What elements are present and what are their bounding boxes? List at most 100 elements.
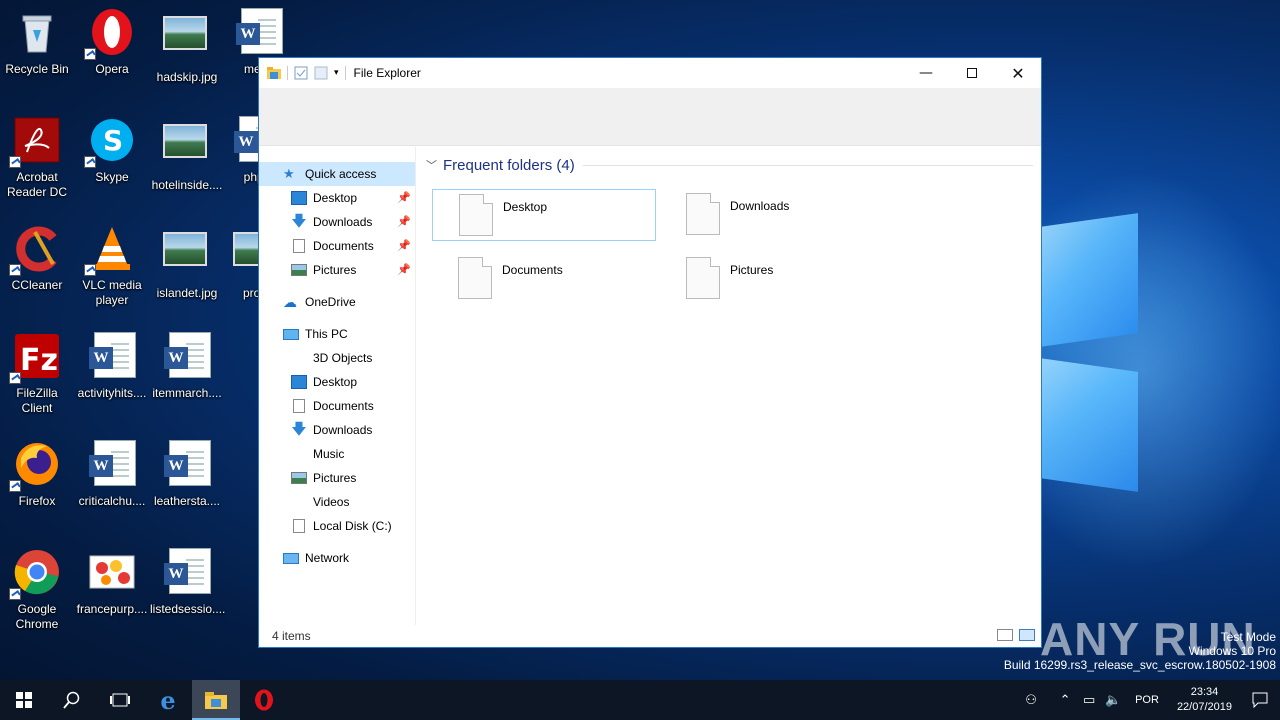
action-center-button[interactable] xyxy=(1240,680,1280,720)
nav-qa-documents[interactable]: Documents 📌 xyxy=(259,234,415,258)
notification-icon xyxy=(1252,692,1268,708)
pin-icon[interactable]: 📌 xyxy=(397,191,411,204)
desktop-icon-ccleaner[interactable]: CCleaner xyxy=(0,224,74,293)
nav-pc-music[interactable]: Music xyxy=(259,442,415,466)
people-icon[interactable]: ⚇ xyxy=(1019,693,1043,708)
nav-pc-3d-objects[interactable]: 3D Objects xyxy=(259,346,415,370)
cloud-icon: ☁ xyxy=(283,294,297,310)
opera-icon xyxy=(84,8,136,60)
pictures-icon xyxy=(291,472,307,484)
clock[interactable]: 23:34 22/07/2019 xyxy=(1177,685,1232,715)
svg-text:S: S xyxy=(103,124,123,157)
nav-pc-local-disk[interactable]: Local Disk (C:) xyxy=(259,514,415,538)
desktop-icon-listedsessio[interactable]: W listedsessio.... xyxy=(150,548,225,617)
word-doc-icon: W xyxy=(88,440,136,488)
folder-tile-desktop[interactable]: Desktop xyxy=(432,189,656,241)
image-file-icon xyxy=(163,16,211,64)
desktop-icon-vlc[interactable]: VLC media player xyxy=(75,224,149,308)
desktop-icon-opera[interactable]: Opera xyxy=(75,8,149,77)
svg-text:Fz: Fz xyxy=(20,343,58,378)
nav-network[interactable]: Network xyxy=(259,546,415,570)
chevron-up-icon[interactable]: ⌃ xyxy=(1053,693,1077,708)
maximize-button[interactable] xyxy=(949,58,995,88)
word-doc-icon: W xyxy=(163,548,211,596)
desktop-icon-skype[interactable]: S Skype xyxy=(75,116,149,185)
minimize-button[interactable]: — xyxy=(903,58,949,88)
desktop-icon-recycle-bin[interactable]: Recycle Bin xyxy=(0,8,74,77)
desktop-icon-firefox[interactable]: Firefox xyxy=(0,440,74,509)
nav-quick-access[interactable]: ★ Quick access xyxy=(259,162,415,186)
folder-tile-documents[interactable]: Documents xyxy=(432,253,656,305)
navigation-pane[interactable]: ★ Quick access Desktop 📌 🡇 Downloads 📌 D… xyxy=(259,147,416,625)
window-title: File Explorer xyxy=(353,66,421,80)
task-view-icon xyxy=(110,693,130,707)
opera-taskbar-button[interactable] xyxy=(240,680,288,720)
desktop-icon-criticalchu[interactable]: W criticalchu.... xyxy=(75,440,149,509)
system-tray[interactable]: ⚇ ⌃ ▭ 🔈 POR 23:34 22/07/2019 xyxy=(1019,680,1280,720)
desktop-icon-hadskip[interactable]: hadskip.jpg xyxy=(150,8,224,85)
folder-tile-pictures[interactable]: Pictures xyxy=(660,253,884,305)
file-icon xyxy=(458,257,492,299)
folder-tile-downloads[interactable]: Downloads xyxy=(660,189,884,241)
desktop-icon-itemmarch[interactable]: W itemmarch.... xyxy=(150,332,224,401)
word-doc-icon: W xyxy=(235,8,283,56)
computer-icon xyxy=(283,328,299,340)
properties-icon[interactable] xyxy=(294,66,308,80)
word-doc-icon: W xyxy=(163,332,211,380)
nav-pc-videos[interactable]: Videos xyxy=(259,490,415,514)
desktop-icon-filezilla[interactable]: Fz FileZilla Client xyxy=(0,332,74,416)
nav-pc-desktop[interactable]: Desktop xyxy=(259,370,415,394)
drive-icon xyxy=(293,519,305,533)
desktop-icon-islandet[interactable]: islandet.jpg xyxy=(150,224,224,301)
file-icon xyxy=(459,194,493,236)
chevron-down-icon[interactable]: ﹀ xyxy=(426,157,437,173)
nav-qa-desktop[interactable]: Desktop 📌 xyxy=(259,186,415,210)
desktop-folder-icon xyxy=(291,375,307,389)
pin-icon[interactable]: 📌 xyxy=(397,215,411,228)
image-file-icon xyxy=(163,232,211,280)
edge-icon: e xyxy=(160,685,176,715)
nav-qa-pictures[interactable]: Pictures 📌 xyxy=(259,258,415,282)
downloads-arrow-icon: 🡇 xyxy=(291,421,307,438)
file-explorer-window[interactable]: ▾ File Explorer — ✕ ★ Quick access Deskt… xyxy=(258,57,1042,648)
nav-pc-pictures[interactable]: Pictures xyxy=(259,466,415,490)
desktop-icon-chrome[interactable]: Google Chrome xyxy=(0,548,74,632)
windows-wallpaper-logo xyxy=(999,200,1280,530)
close-button[interactable]: ✕ xyxy=(995,58,1041,88)
videos-icon xyxy=(291,495,307,509)
search-button[interactable] xyxy=(48,680,96,720)
nav-qa-downloads[interactable]: 🡇 Downloads 📌 xyxy=(259,210,415,234)
search-icon xyxy=(63,691,80,709)
new-folder-icon[interactable] xyxy=(314,66,328,80)
nav-pc-documents[interactable]: Documents xyxy=(259,394,415,418)
3d-objects-icon xyxy=(291,351,307,365)
edge-taskbar-button[interactable]: e xyxy=(144,680,192,720)
nav-this-pc[interactable]: This PC xyxy=(259,322,415,346)
folder-icon xyxy=(267,67,281,79)
taskbar[interactable]: e ⚇ ⌃ ▭ 🔈 POR 23:34 22/07/2019 xyxy=(0,680,1280,720)
desktop-icon-francepurp[interactable]: francepurp.... xyxy=(75,548,149,617)
volume-icon[interactable]: 🔈 xyxy=(1101,693,1125,708)
pin-icon[interactable]: 📌 xyxy=(397,239,411,252)
title-bar[interactable]: ▾ File Explorer — ✕ xyxy=(259,58,1041,88)
desktop-icon-activityhits[interactable]: W activityhits.... xyxy=(75,332,149,401)
start-button[interactable] xyxy=(0,680,48,720)
desktop-icon-leathersta[interactable]: W leathersta.... xyxy=(150,440,224,509)
content-pane[interactable]: ﹀ Frequent folders (4) Desktop Downloads… xyxy=(416,147,1041,625)
item-count: 4 items xyxy=(272,629,311,643)
star-icon: ★ xyxy=(283,166,295,181)
desktop-icon-hotelinside[interactable]: hotelinside.... xyxy=(150,116,224,193)
nav-onedrive[interactable]: ☁ OneDrive xyxy=(259,290,415,314)
desktop-icon-acrobat[interactable]: Acrobat Reader DC xyxy=(0,116,74,200)
file-explorer-taskbar-button[interactable] xyxy=(192,680,240,720)
quick-access-toolbar: ▾ xyxy=(259,66,346,80)
frequent-folders-header[interactable]: ﹀ Frequent folders (4) xyxy=(424,155,1033,175)
file-icon xyxy=(686,193,720,235)
pin-icon[interactable]: 📌 xyxy=(397,263,411,276)
word-doc-icon: W xyxy=(88,332,136,380)
input-language[interactable]: POR xyxy=(1135,694,1159,706)
task-view-button[interactable] xyxy=(96,680,144,720)
customize-toolbar-chevron-icon[interactable]: ▾ xyxy=(334,68,339,78)
nav-pc-downloads[interactable]: 🡇 Downloads xyxy=(259,418,415,442)
network-status-icon[interactable]: ▭ xyxy=(1077,693,1101,708)
